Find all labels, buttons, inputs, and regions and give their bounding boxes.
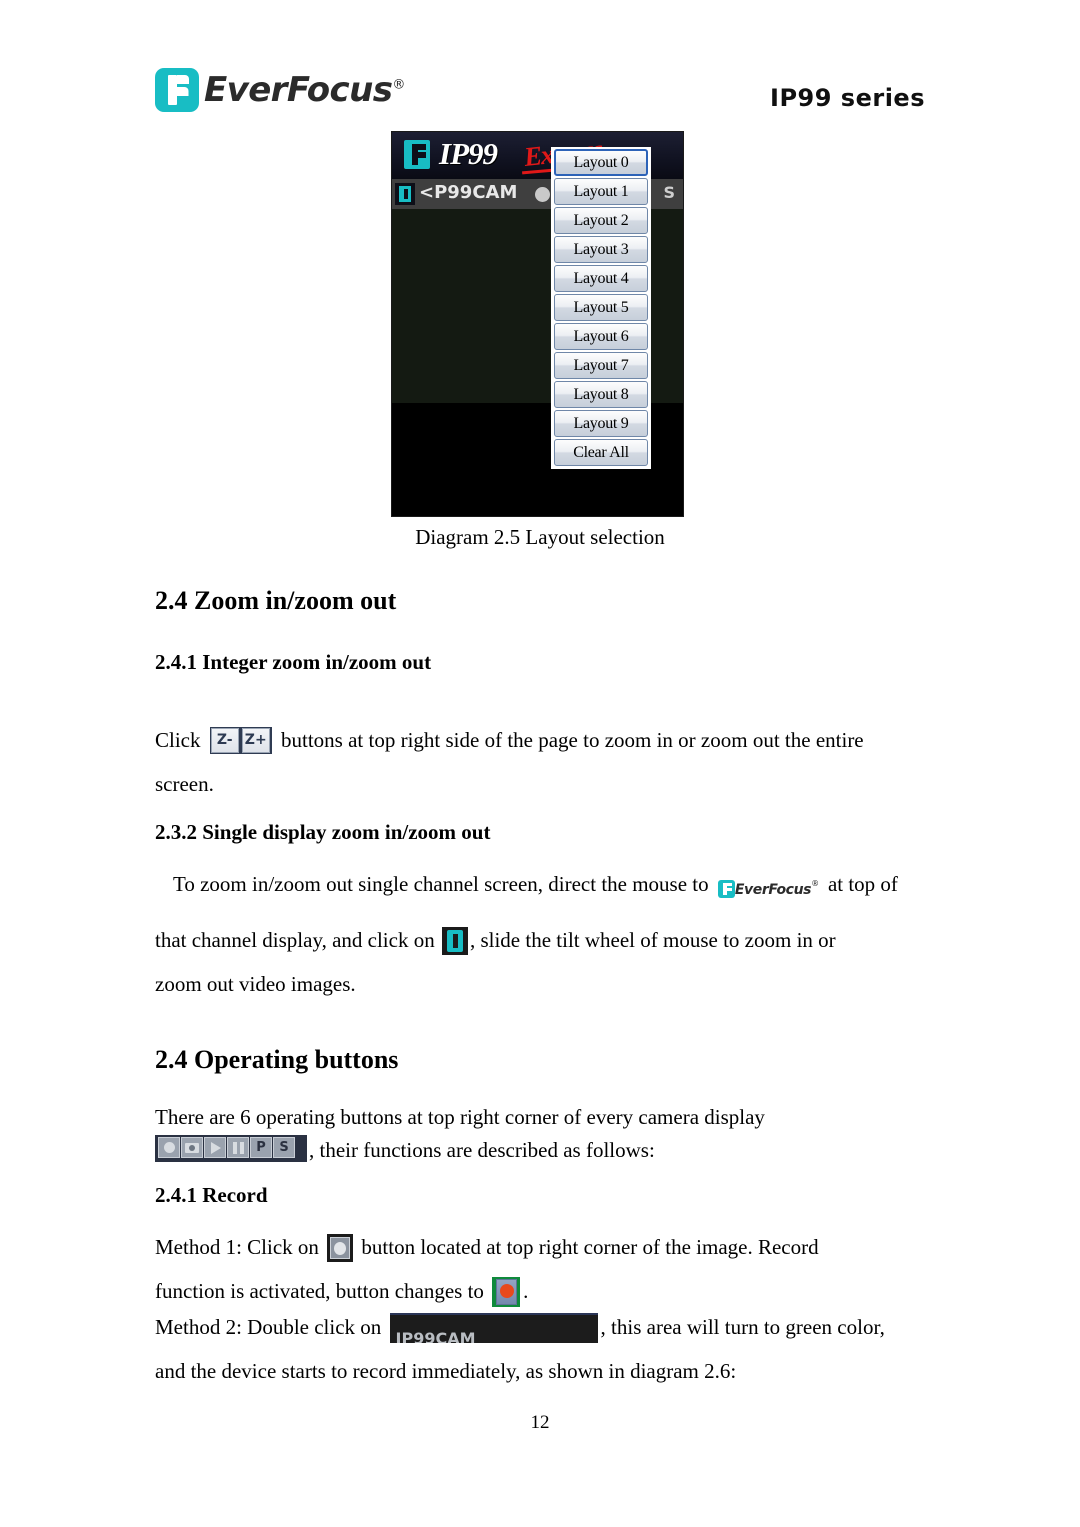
layout-menu-item[interactable]: Layout 5 (554, 294, 648, 321)
single-zoom-text-5: zoom out video images. (155, 972, 356, 996)
everfocus-inline-name: EverFocus (734, 882, 812, 898)
single-zoom-text-2: at top of (827, 872, 898, 896)
operating-toolbar-icon[interactable]: PS (155, 1135, 307, 1162)
everfocus-f-button-icon[interactable] (441, 927, 468, 955)
page-header: EverFocus® IP99 series (155, 66, 925, 128)
zoom-in-button[interactable]: Z+ (241, 728, 270, 753)
layout-menu-item[interactable]: Layout 3 (554, 236, 648, 263)
layout-menu-item[interactable]: Layout 6 (554, 323, 648, 350)
app-logo-icon (404, 140, 430, 169)
layout-menu-item[interactable]: Layout 2 (554, 207, 648, 234)
method2-text-2: , this area will turn to green color, (600, 1315, 885, 1339)
everfocus-mark-icon (717, 880, 735, 898)
integer-zoom-text: buttons at top right side of the page to… (281, 728, 864, 752)
heading-zoom: 2.4 Zoom in/zoom out (155, 586, 397, 615)
layout-selection-menu: Layout 0 Layout 1 Layout 2 Layout 3 Layo… (551, 147, 651, 469)
p-button-icon[interactable]: P (250, 1137, 272, 1158)
screenshot-figure: IP99 Express <P99CAM S Layout 0 Layout 1… (391, 131, 684, 517)
series-title: IP99 series (770, 84, 925, 112)
single-zoom-text-3: that channel display, and click on (155, 928, 435, 952)
method1-text-1: Method 1: Click on (155, 1235, 319, 1259)
snapshot-letter-button[interactable]: S (663, 183, 675, 202)
camera-glyph (185, 1143, 199, 1153)
everfocus-f-icon (155, 68, 199, 112)
record-dot-glyph (164, 1142, 175, 1153)
page-number: 12 (530, 1412, 550, 1433)
heading-operating-buttons: 2.4 Operating buttons (155, 1045, 399, 1074)
paragraph-record-method2: Method 2: Double click on IP99CAM , this … (155, 1305, 955, 1393)
clear-all-menu-item[interactable]: Clear All (554, 439, 648, 466)
method1-text-4: . (523, 1279, 529, 1303)
zoom-out-button[interactable]: Z- (210, 728, 239, 753)
document-page: EverFocus® IP99 series IP99 Express <P99… (0, 0, 1080, 1527)
record-inactive-button-icon[interactable] (327, 1234, 354, 1262)
integer-zoom-text-line2: screen. (155, 772, 214, 796)
camera-name-bar-icon[interactable]: IP99CAM (389, 1313, 598, 1343)
play-glyph (211, 1142, 221, 1154)
registered-mark-icon: ® (811, 879, 819, 888)
method1-text-3: function is activated, button changes to (155, 1279, 484, 1303)
single-zoom-text-4: , slide the tilt wheel of mouse to zoom … (469, 928, 836, 952)
pause-button-icon[interactable] (227, 1137, 249, 1158)
pause-glyph (233, 1142, 237, 1154)
heading-record: 2.4.1 Record (155, 1183, 268, 1207)
zoom-buttons-icon[interactable]: Z- Z+ (209, 727, 272, 754)
layout-menu-item[interactable]: Layout 9 (554, 410, 648, 437)
camera-name-label: <P99CAM (419, 182, 518, 203)
layout-menu-item[interactable]: Layout 1 (554, 178, 648, 205)
paragraph-single-display-zoom-2: that channel display, and click on , sli… (155, 918, 930, 1006)
record-active-button-icon[interactable] (492, 1277, 521, 1307)
camera-logo-icon (395, 183, 415, 205)
record-button-icon[interactable] (158, 1137, 180, 1158)
heading-integer-zoom: 2.4.1 Integer zoom in/zoom out (155, 650, 432, 674)
paragraph-single-display-zoom: To zoom in/zoom out single channel scree… (155, 862, 930, 912)
heading-single-display-zoom: 2.3.2 Single display zoom in/zoom out (155, 820, 491, 844)
paragraph-integer-zoom: Click Z- Z+ buttons at top right side of… (155, 718, 925, 806)
paragraph-operating-toolbar: PS , their functions are described as fo… (155, 1130, 955, 1170)
brand-name: EverFocus® (204, 70, 405, 110)
record-dot-icon[interactable] (535, 187, 550, 202)
paragraph-record-method1: Method 1: Click on button located at top… (155, 1225, 945, 1313)
layout-menu-item[interactable]: Layout 0 (554, 149, 648, 176)
everfocus-inline-logo-icon: EverFocus® (717, 875, 819, 899)
everfocus-logo: EverFocus® (155, 68, 405, 112)
layout-menu-item[interactable]: Layout 7 (554, 352, 648, 379)
camera-bar-label: IP99CAM (395, 1329, 476, 1343)
operating-intro-line1: There are 6 operating buttons at top rig… (155, 1105, 765, 1129)
s-button-icon[interactable]: S (273, 1137, 295, 1158)
registered-mark-icon: ® (392, 77, 405, 93)
layout-menu-item[interactable]: Layout 8 (554, 381, 648, 408)
click-text: Click (155, 728, 201, 752)
method2-text-1: Method 2: Double click on (155, 1315, 382, 1339)
play-button-icon[interactable] (204, 1137, 226, 1158)
figure-caption: Diagram 2.5 Layout selection (415, 525, 665, 549)
method1-text-2: button located at top right corner of th… (361, 1235, 819, 1259)
app-title: IP99 (439, 136, 498, 171)
single-zoom-text-1: To zoom in/zoom out single channel scree… (173, 872, 709, 896)
method2-text-3: and the device starts to record immediat… (155, 1359, 737, 1383)
operating-intro-line2: , their functions are described as follo… (309, 1138, 655, 1162)
layout-menu-item[interactable]: Layout 4 (554, 265, 648, 292)
snapshot-button-icon[interactable] (181, 1137, 203, 1158)
